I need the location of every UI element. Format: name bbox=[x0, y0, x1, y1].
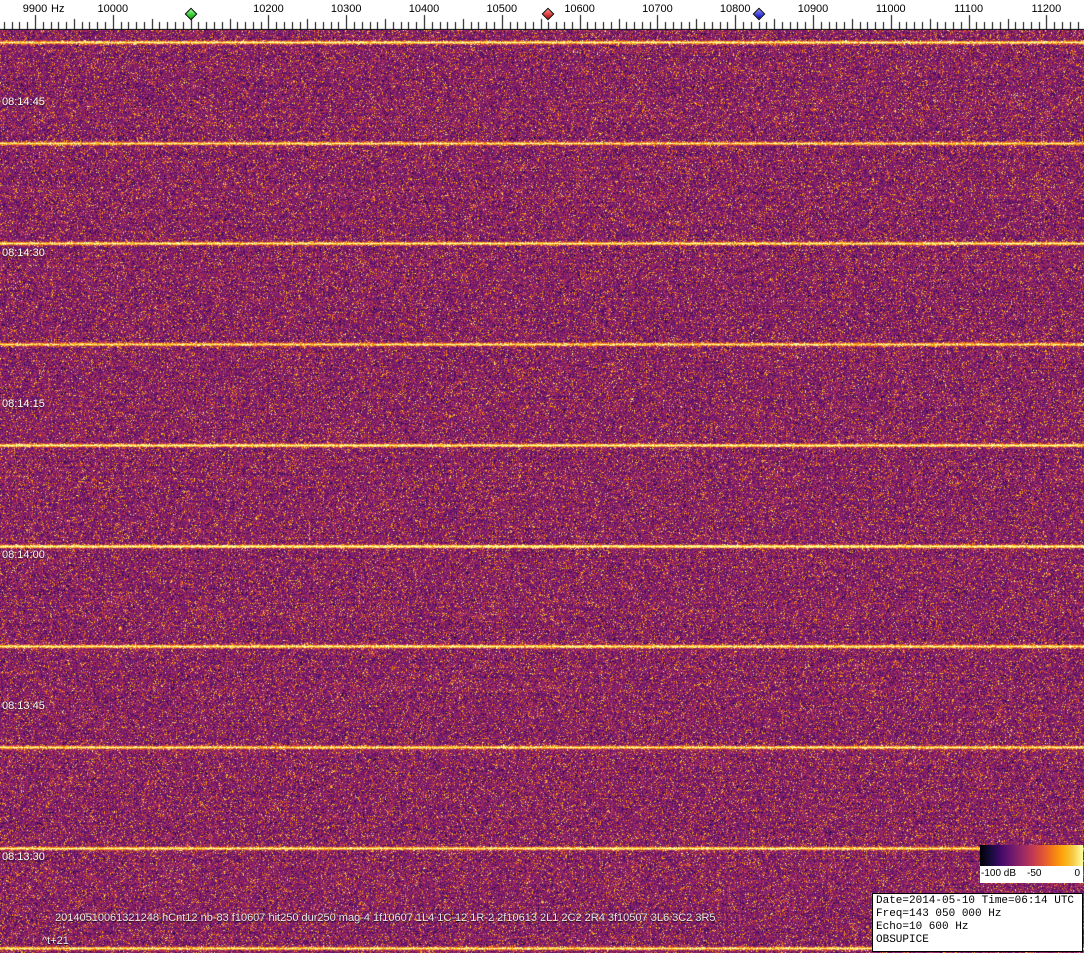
db-mid-label: -50 bbox=[1027, 868, 1042, 879]
db-scale-bar: -100 dB -50 0 bbox=[980, 845, 1083, 883]
time-tick-label: 08:14:15 bbox=[2, 398, 45, 410]
frequency-ruler: 9900 10000 10200 10300 10400 10500 10600 10700 1… bbox=[0, 0, 1084, 30]
db-max-label: 0 bbox=[1074, 868, 1080, 879]
freq-tick-label: 10200 bbox=[253, 3, 284, 15]
freq-tick-label: 10000 bbox=[97, 3, 129, 15]
spectrogram-canvas[interactable] bbox=[0, 30, 1084, 953]
db-scale-labels: -100 dB -50 0 bbox=[980, 866, 1083, 883]
info-echo-freq: Echo=10 600 Hz bbox=[876, 921, 969, 933]
meteor-spectrogram-window: 9900 10000 10200 10300 10400 10500 10600 10700 1… bbox=[0, 0, 1084, 953]
info-frequency: Freq=143 050 000 Hz bbox=[876, 908, 1002, 920]
detection-log-text: 20140510061321248 hCnt12 nb-83 f10607 hi… bbox=[55, 912, 716, 924]
db-min-label: -100 dB bbox=[981, 868, 1017, 879]
info-station-name: OBSUPICE bbox=[876, 934, 929, 946]
delta-time-text: ^t+21 bbox=[42, 935, 69, 947]
waterfall-area: 08:14:45 08:14:30 08:14:15 08:14:00 08:13:45… bbox=[0, 30, 1084, 953]
time-tick-label: 08:14:30 bbox=[2, 247, 45, 259]
time-tick-label: 08:14:45 bbox=[2, 96, 45, 108]
time-tick-label: 08:14:00 bbox=[2, 549, 45, 561]
freq-tick-label: 10900 bbox=[797, 3, 829, 15]
station-info-box: Date=2014-05-10 Time=06:14 UTC Freq=143 … bbox=[872, 893, 1083, 952]
freq-tick-label: 10500 bbox=[486, 3, 518, 15]
colormap-gradient bbox=[980, 845, 1083, 866]
time-tick-label: 08:13:45 bbox=[2, 700, 45, 712]
freq-tick-label: 10700 bbox=[642, 3, 673, 15]
freq-tick-label: 10400 bbox=[408, 3, 440, 15]
freq-unit-label: Hz bbox=[51, 3, 65, 15]
freq-tick-label: 10600 bbox=[564, 3, 595, 15]
freq-tick-label: 11100 bbox=[954, 3, 984, 15]
freq-tick-label: 10800 bbox=[719, 3, 751, 15]
info-date-time: Date=2014-05-10 Time=06:14 UTC bbox=[876, 895, 1075, 907]
time-tick-label: 08:13:30 bbox=[2, 851, 45, 863]
freq-tick-label: 11000 bbox=[875, 3, 906, 15]
freq-tick-label: 9900 bbox=[22, 3, 48, 15]
freq-tick-label: 10300 bbox=[330, 3, 362, 15]
freq-tick-label: 11200 bbox=[1031, 3, 1062, 15]
